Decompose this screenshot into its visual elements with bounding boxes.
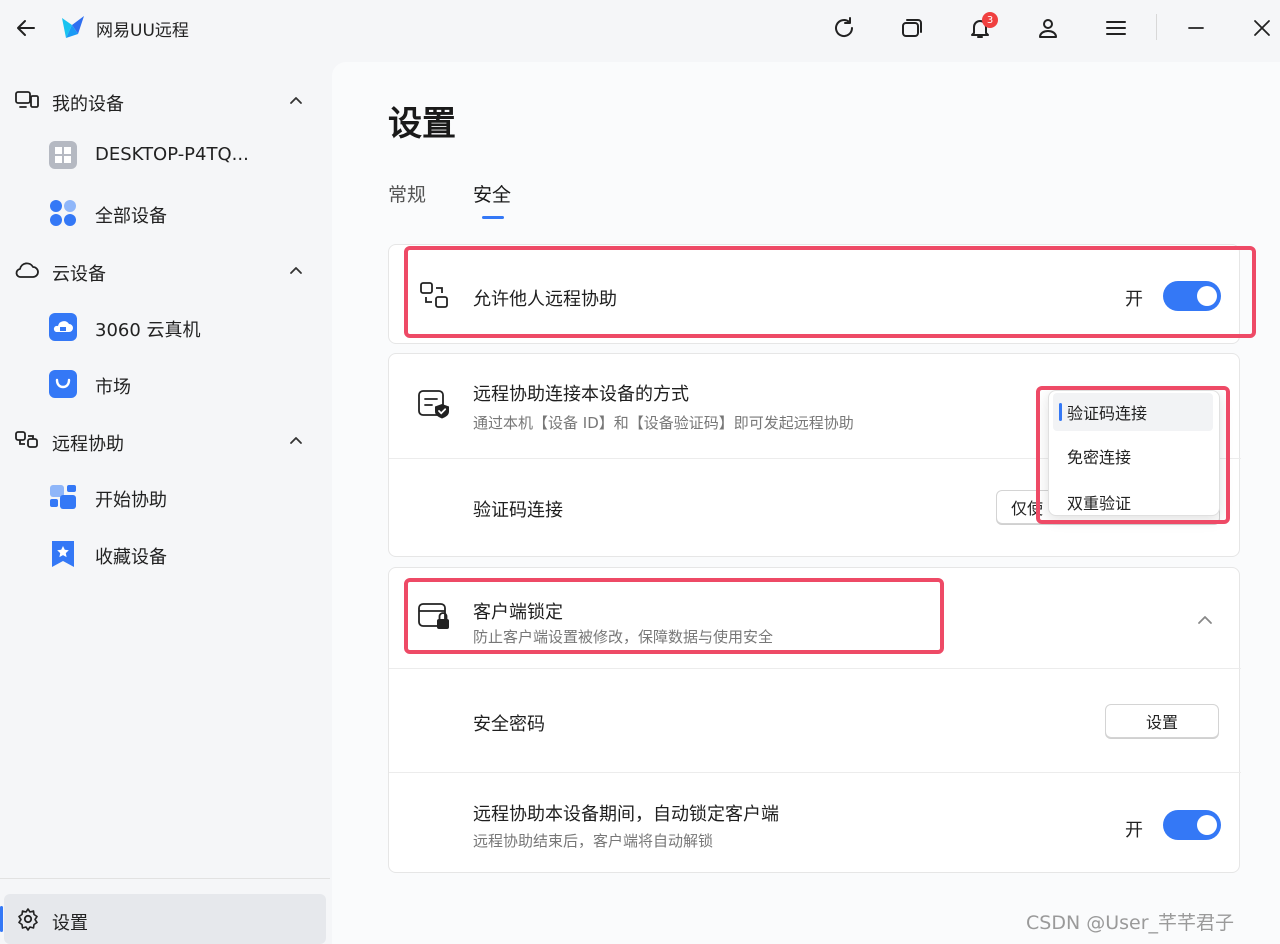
active-indicator bbox=[0, 906, 3, 932]
set-password-button[interactable]: 设置 bbox=[1105, 704, 1219, 738]
tab-active-underline bbox=[482, 216, 504, 219]
close-icon bbox=[1254, 20, 1270, 36]
connect-method-dropdown[interactable]: 验证码连接 免密连接 双重验证 bbox=[1048, 390, 1220, 516]
devices-icon bbox=[15, 91, 39, 108]
settings-panel: 设置 常规 安全 允许他人远程协助 开 远程协助连接本设备的方式 通过本机【设备… bbox=[332, 62, 1280, 944]
auto-lock-title: 远程协助本设备期间，自动锁定客户端 bbox=[473, 804, 779, 825]
sidebar-item-label: 设置 bbox=[52, 913, 88, 934]
cloud-icon bbox=[15, 262, 39, 278]
dropdown-option-two-factor[interactable]: 双重验证 bbox=[1053, 483, 1213, 521]
user-icon bbox=[1039, 19, 1057, 38]
notification-badge: 3 bbox=[982, 12, 998, 28]
sidebar-item-all-devices[interactable]: 全部设备 bbox=[0, 190, 330, 234]
sidebar-item-favorites[interactable]: 收藏设备 bbox=[0, 531, 330, 575]
chevron-up-icon bbox=[1198, 616, 1212, 624]
title-bar-separator bbox=[1156, 14, 1157, 40]
menu-button[interactable] bbox=[1100, 12, 1132, 44]
sidebar-item-cloud-phone[interactable]: 3060 云真机 bbox=[0, 304, 330, 348]
refresh-button[interactable] bbox=[828, 12, 860, 44]
toggle-knob bbox=[1197, 286, 1217, 306]
tab-security[interactable]: 安全 bbox=[473, 180, 511, 207]
app-title: 网易UU远程 bbox=[96, 21, 189, 41]
lock-window-icon bbox=[418, 603, 449, 629]
row-divider bbox=[389, 668, 1241, 669]
windows-logo-icon bbox=[49, 141, 77, 169]
sidebar-item-label: 市场 bbox=[95, 377, 131, 398]
security-password-title: 安全密码 bbox=[473, 714, 545, 735]
sidebar-divider bbox=[0, 878, 330, 879]
grid-dots-icon bbox=[50, 200, 76, 226]
auto-lock-state: 开 bbox=[1125, 820, 1143, 841]
window-switch-button[interactable] bbox=[896, 12, 928, 44]
dropdown-option-label: 免密连接 bbox=[1067, 448, 1132, 467]
sidebar-item-label: 全部设备 bbox=[95, 206, 167, 227]
allow-remote-toggle[interactable] bbox=[1163, 281, 1221, 311]
remote-assist-icon bbox=[15, 431, 38, 448]
minimize-button[interactable] bbox=[1180, 12, 1212, 44]
sidebar-item-label: DESKTOP-P4TQ... bbox=[95, 144, 249, 165]
allow-remote-state: 开 bbox=[1125, 289, 1143, 310]
sidebar: 我的设备 DESKTOP-P4TQ... 全部设备 云设备 3060 云真机 市… bbox=[0, 56, 330, 944]
sidebar-item-market[interactable]: 市场 bbox=[0, 361, 330, 405]
client-lock-card: 客户端锁定 防止客户端设置被修改，保障数据与使用安全 安全密码 设置 远程协助本… bbox=[388, 567, 1241, 873]
page-title: 设置 bbox=[388, 104, 456, 144]
start-assist-icon bbox=[50, 485, 76, 509]
sidebar-item-label: 3060 云真机 bbox=[95, 320, 201, 341]
verify-code-row-title: 验证码连接 bbox=[473, 500, 563, 521]
selected-indicator bbox=[1059, 403, 1062, 421]
sidebar-group-label: 远程协助 bbox=[52, 434, 124, 455]
menu-icon bbox=[1106, 21, 1126, 35]
dropdown-option-label: 双重验证 bbox=[1067, 494, 1132, 513]
app-logo-icon bbox=[62, 16, 84, 38]
remote-assist-icon bbox=[420, 282, 448, 308]
sidebar-item-desktop[interactable]: DESKTOP-P4TQ... bbox=[0, 132, 330, 176]
windows-icon bbox=[902, 19, 922, 37]
connect-method-subtitle: 通过本机【设备 ID】和【设备验证码】即可发起远程协助 bbox=[473, 414, 854, 432]
sidebar-item-label: 收藏设备 bbox=[95, 547, 167, 568]
dropdown-option-verify-code[interactable]: 验证码连接 bbox=[1053, 393, 1213, 431]
dropdown-option-no-password[interactable]: 免密连接 bbox=[1053, 437, 1213, 475]
sidebar-group-cloud-devices[interactable]: 云设备 bbox=[0, 248, 330, 292]
shopping-bag-icon bbox=[49, 370, 77, 398]
sidebar-item-start-assist[interactable]: 开始协助 bbox=[0, 474, 330, 518]
certificate-shield-icon bbox=[418, 390, 449, 419]
chevron-up-icon bbox=[290, 97, 302, 104]
sidebar-group-my-devices[interactable]: 我的设备 bbox=[0, 78, 330, 122]
refresh-icon bbox=[835, 17, 854, 37]
minimize-icon bbox=[1188, 27, 1204, 29]
auto-lock-toggle[interactable] bbox=[1163, 810, 1221, 840]
allow-remote-card: 允许他人远程协助 开 bbox=[388, 244, 1240, 344]
cloud-phone-icon bbox=[49, 313, 77, 341]
account-button[interactable] bbox=[1032, 12, 1064, 44]
chevron-up-icon bbox=[290, 437, 302, 444]
auto-lock-subtitle: 远程协助结束后，客户端将自动解锁 bbox=[473, 832, 714, 850]
title-bar: 网易UU远程 3 bbox=[0, 0, 1280, 56]
row-divider bbox=[389, 772, 1241, 773]
back-button[interactable] bbox=[12, 14, 40, 42]
client-lock-subtitle: 防止客户端设置被修改，保障数据与使用安全 bbox=[473, 628, 774, 646]
close-button[interactable] bbox=[1246, 12, 1278, 44]
sidebar-item-settings[interactable]: 设置 bbox=[0, 894, 326, 944]
sidebar-group-label: 我的设备 bbox=[52, 94, 124, 115]
watermark: CSDN @User_芊芊君子 bbox=[1026, 912, 1235, 934]
bookmark-star-icon bbox=[52, 541, 74, 567]
collapse-button[interactable] bbox=[1193, 608, 1217, 632]
chevron-up-icon bbox=[290, 267, 302, 274]
allow-remote-title: 允许他人远程协助 bbox=[473, 289, 617, 310]
sidebar-group-label: 云设备 bbox=[52, 264, 106, 285]
tab-general[interactable]: 常规 bbox=[388, 180, 426, 207]
notification-button[interactable]: 3 bbox=[964, 12, 998, 44]
sidebar-item-label: 开始协助 bbox=[95, 490, 167, 511]
sidebar-group-remote-assist[interactable]: 远程协助 bbox=[0, 418, 330, 462]
client-lock-title: 客户端锁定 bbox=[473, 602, 563, 623]
connect-method-title: 远程协助连接本设备的方式 bbox=[473, 384, 689, 405]
toggle-knob bbox=[1197, 815, 1217, 835]
gear-icon bbox=[18, 908, 38, 931]
arrow-left-icon bbox=[17, 20, 35, 36]
dropdown-option-label: 验证码连接 bbox=[1067, 404, 1148, 423]
